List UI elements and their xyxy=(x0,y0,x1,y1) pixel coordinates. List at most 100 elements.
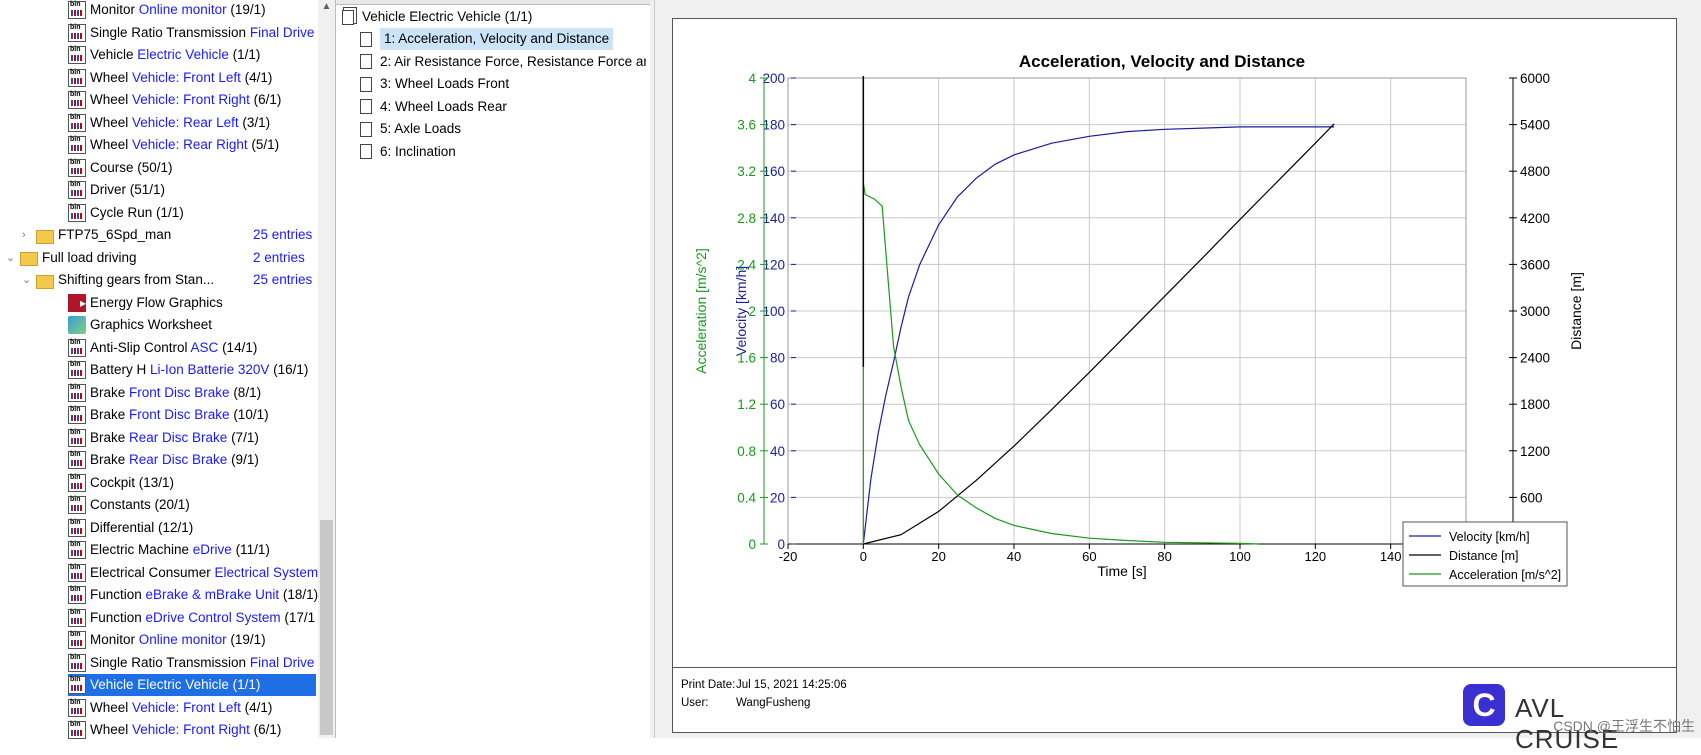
acceleration-tick-label: 0 xyxy=(748,537,756,552)
page-item-label: 1: Acceleration, Velocity and Distance xyxy=(380,28,614,50)
acceleration-tick-label: 1.2 xyxy=(737,397,756,412)
tree-item[interactable]: Energy Flow Graphics xyxy=(68,292,318,314)
distance-tick-label: 1800 xyxy=(1520,397,1550,412)
page-list-tabbar[interactable] xyxy=(336,0,650,5)
tree-item[interactable]: Course (50/1) xyxy=(68,157,318,179)
binary-result-icon xyxy=(68,203,86,222)
page-item[interactable]: 1: Acceleration, Velocity and Distance xyxy=(360,28,646,50)
binary-result-icon xyxy=(68,586,86,604)
x-axis-label: Time [s] xyxy=(1097,563,1146,579)
tree-item-label: Driver (51/1) xyxy=(90,182,166,197)
page-item[interactable]: 5: Axle Loads xyxy=(360,118,646,140)
velocity-axis-label: Velocity [km/h] xyxy=(733,266,749,356)
tree-item-link: eBrake & mBrake Unit xyxy=(145,587,280,602)
binary-result-icon xyxy=(68,406,86,424)
distance-series-line xyxy=(863,123,1335,545)
tree-item-label: Vehicle Electric Vehicle (1/1) xyxy=(90,47,261,62)
binary-result-icon xyxy=(68,428,86,447)
acceleration-tick-label: 0.8 xyxy=(737,444,756,459)
tree-item-link: Final Drive ( xyxy=(249,24,323,40)
acceleration-tick-label: 2 xyxy=(748,304,756,319)
velocity-tick-label: 0 xyxy=(777,537,785,552)
chart: Acceleration, Velocity and Distance-20 0 2… xyxy=(693,52,1584,587)
tree-item[interactable]: Monitor Online monitor (19/1) xyxy=(68,0,318,21)
page-item[interactable]: 6: Inclination xyxy=(360,141,646,163)
legend-label: Velocity [km/h] xyxy=(1449,530,1530,544)
binary-result-icon xyxy=(68,361,86,379)
tree-item[interactable]: Brake Rear Disc Brake (7/1) xyxy=(68,427,318,449)
acceleration-tick-label: 2.8 xyxy=(737,211,756,226)
binary-result-icon xyxy=(68,496,86,514)
tree-item-label: Brake Rear Disc Brake (9/1) xyxy=(90,452,259,467)
x-tick-label: 60 xyxy=(1082,549,1096,564)
tree-item[interactable]: Vehicle Electric Vehicle (1/1) xyxy=(68,674,316,696)
page-root[interactable]: Vehicle Electric Vehicle (1/1) xyxy=(342,6,532,28)
acceleration-tick-label: 4 xyxy=(748,71,756,86)
tree-item[interactable]: Brake Front Disc Brake (8/1) xyxy=(68,382,318,404)
tree-scrollbar[interactable]: ▲ xyxy=(318,0,336,738)
tree-item-link: Vehicle: Front Right xyxy=(132,92,250,107)
tree-item[interactable]: Brake Rear Disc Brake (9/1) xyxy=(68,449,318,471)
tree-item[interactable]: Driver (51/1) xyxy=(68,179,318,201)
tree-item-link: eDrive Control System xyxy=(145,609,281,625)
tree-item[interactable]: Cycle Run (1/1) xyxy=(68,202,318,224)
scroll-up-icon[interactable]: ▲ xyxy=(318,0,335,14)
page-item[interactable]: 2: Air Resistance Force, Resistance Forc… xyxy=(360,51,646,73)
binary-result-icon xyxy=(68,383,86,402)
velocity-tick-label: 60 xyxy=(770,397,785,412)
tree-item[interactable]: Electric Machine eDrive (11/1) xyxy=(68,539,318,561)
distance-tick-label: 3600 xyxy=(1520,257,1550,272)
expander-chevron-icon[interactable]: ⌄ xyxy=(22,269,36,291)
page-item-label: 5: Axle Loads xyxy=(380,121,462,136)
tree-item-label: Brake Front Disc Brake (8/1) xyxy=(90,384,262,400)
tree-item[interactable]: Electrical Consumer Electrical System xyxy=(68,562,318,584)
binary-result-icon xyxy=(68,631,86,649)
tree-item-label: Wheel Vehicle: Front Right (6/1) xyxy=(90,92,282,107)
tree-item[interactable]: Wheel Vehicle: Front Left (4/1) xyxy=(68,67,318,89)
tree-item-label: Battery H Li-Ion Batterie 320V (16/1) xyxy=(90,362,309,377)
x-tick-label: 100 xyxy=(1229,549,1251,564)
tree-item[interactable]: Cockpit (13/1) xyxy=(68,472,318,494)
tree-item[interactable]: Differential (12/1) xyxy=(68,517,318,539)
page-item[interactable]: 3: Wheel Loads Front xyxy=(360,73,646,95)
tree-item[interactable]: Function eDrive Control System (17/1 xyxy=(68,607,318,629)
tree-item[interactable]: Monitor Online monitor (19/1) xyxy=(68,629,318,651)
tree-item[interactable]: Wheel Vehicle: Front Left (4/1) xyxy=(68,697,318,719)
scrollbar-thumb[interactable] xyxy=(320,520,333,735)
tree-item-label: Wheel Vehicle: Front Left (4/1) xyxy=(90,699,273,715)
tree-item-link: Li-Ion Batterie 320V xyxy=(150,362,270,377)
tree-item[interactable]: Wheel Vehicle: Rear Right (5/1) xyxy=(68,134,318,156)
page-item[interactable]: 4: Wheel Loads Rear xyxy=(360,96,646,118)
tree-item-link: Vehicle: Front Right xyxy=(132,722,250,737)
page-item-label: 3: Wheel Loads Front xyxy=(380,76,510,91)
tree-item-label: Graphics Worksheet xyxy=(90,317,213,332)
distance-tick-label: 4200 xyxy=(1520,211,1550,226)
tree-item[interactable]: Battery H Li-Ion Batterie 320V (16/1) xyxy=(68,359,318,381)
tree-item[interactable]: Anti-Slip Control ASC (14/1) xyxy=(68,337,318,359)
binary-result-icon xyxy=(68,698,86,717)
expander-chevron-icon[interactable]: ⌄ xyxy=(6,247,20,269)
distance-tick-label: 1200 xyxy=(1520,444,1550,459)
tree-item[interactable]: Single Ratio Transmission Final Drive ( xyxy=(68,652,323,674)
tree-item[interactable]: Constants (20/1) xyxy=(68,494,318,516)
tree-item[interactable]: Graphics Worksheet xyxy=(68,314,318,336)
tree-item[interactable]: Brake Front Disc Brake (10/1) xyxy=(68,404,318,426)
x-tick-label: 0 xyxy=(860,549,867,564)
document-stack-icon xyxy=(342,9,354,25)
result-tree[interactable]: Monitor Online monitor (19/1) Single Rati… xyxy=(0,0,323,739)
tree-item[interactable]: Single Ratio Transmission Final Drive ( xyxy=(68,22,323,44)
tree-item[interactable]: Function eBrake & mBrake Unit (18/1) xyxy=(68,584,318,606)
acceleration-tick-label: 2.4 xyxy=(737,257,756,272)
tree-item[interactable]: Vehicle Electric Vehicle (1/1) xyxy=(68,44,318,66)
expander-chevron-icon[interactable]: › xyxy=(22,224,36,246)
tree-item-label: Single Ratio Transmission Final Drive ( xyxy=(90,654,323,670)
tree-item-link: Vehicle: Rear Left xyxy=(132,114,239,130)
tree-item-link: Rear Disc Brake xyxy=(129,452,228,467)
tree-item[interactable]: Wheel Vehicle: Front Right (6/1) xyxy=(68,89,318,111)
entry-count: 2 entries xyxy=(253,249,305,265)
tree-item[interactable]: Wheel Vehicle: Rear Left (3/1) xyxy=(68,112,318,134)
tree-item-label: Function eDrive Control System (17/1 xyxy=(90,609,316,625)
page-item-label: 6: Inclination xyxy=(380,143,456,159)
binary-result-icon xyxy=(68,91,86,109)
user-value: WangFusheng xyxy=(736,697,811,709)
